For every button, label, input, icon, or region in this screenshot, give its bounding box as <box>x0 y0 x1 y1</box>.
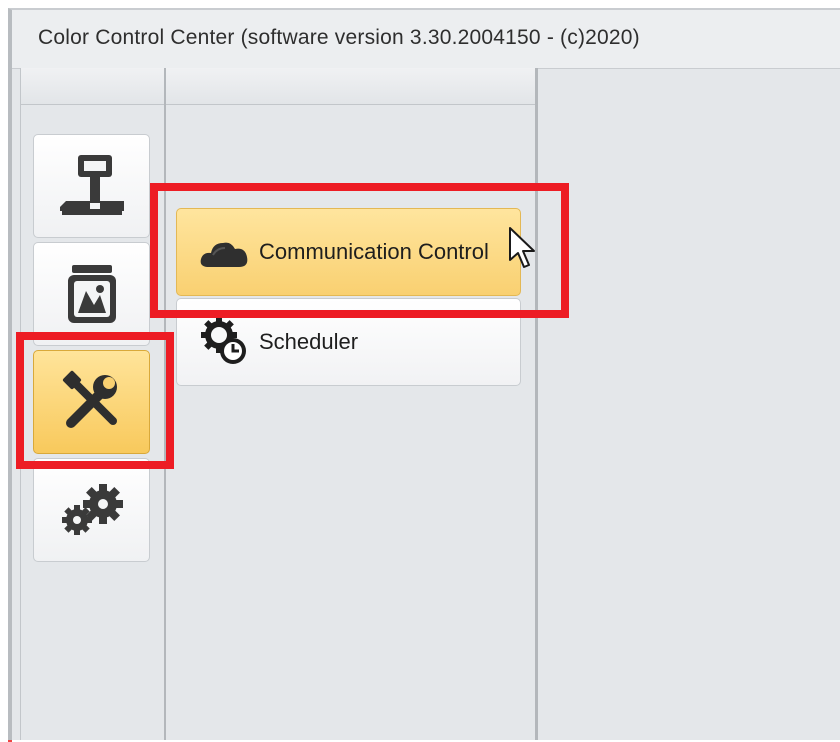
app-window: Color Control Center (software version 3… <box>8 8 840 740</box>
scheduler-label: Scheduler <box>259 329 359 354</box>
sidebar-item-scale[interactable] <box>33 134 150 238</box>
sidebar-item-settings[interactable] <box>33 458 150 562</box>
mouse-cursor-icon <box>509 227 535 268</box>
submenu-header <box>166 68 535 105</box>
tools-icon <box>62 370 117 428</box>
content-area <box>538 68 840 740</box>
scale-icon <box>59 155 124 215</box>
sidebar <box>20 68 166 740</box>
scheduler-icon <box>201 317 246 364</box>
submenu-panel: Communication Control Scheduler <box>166 68 538 740</box>
sidebar-header <box>21 68 164 105</box>
communication-control-button[interactable]: Communication Control <box>176 208 521 296</box>
title-bar: Color Control Center (software version 3… <box>12 10 840 69</box>
scheduler-button[interactable]: Scheduler <box>176 298 521 386</box>
window-title: Color Control Center (software version 3… <box>38 26 640 49</box>
gears-icon <box>61 484 123 535</box>
communication-control-label: Communication Control <box>259 239 489 264</box>
sidebar-item-jar[interactable] <box>33 242 150 346</box>
cloud-icon <box>200 242 248 267</box>
jar-icon <box>67 265 116 323</box>
sidebar-item-tools[interactable] <box>33 350 150 454</box>
